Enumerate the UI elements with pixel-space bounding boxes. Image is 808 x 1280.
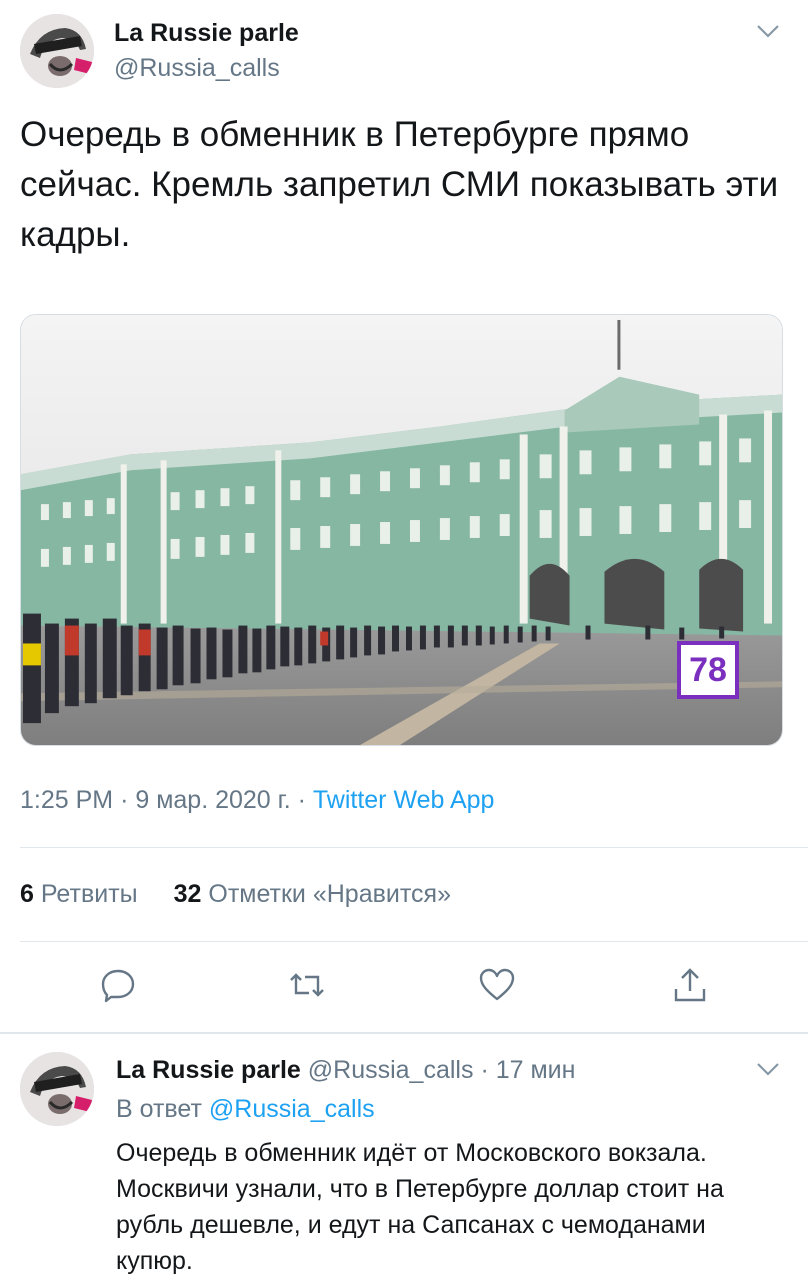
tweet-date[interactable]: 9 мар. 2020 г. [135, 786, 290, 814]
in-reply-mention[interactable]: @Russia_calls [209, 1095, 375, 1123]
reply-author-avatar[interactable] [20, 1052, 94, 1126]
likes-stat[interactable]: 32 Отметки «Нравится» [174, 880, 451, 908]
author-avatar[interactable] [20, 14, 94, 88]
retweet-button[interactable] [287, 965, 327, 1005]
in-reply-to: В ответ @Russia_calls [116, 1095, 375, 1124]
tweet-text: Очередь в обменник в Петербурге прямо се… [20, 115, 779, 254]
in-reply-prefix: В ответ [116, 1095, 202, 1123]
divider [20, 941, 808, 942]
tweet-stats: 6 Ретвиты 32 Отметки «Нравится» [20, 880, 451, 909]
chevron-down-icon[interactable] [755, 1060, 781, 1078]
reply-button[interactable] [98, 965, 138, 1005]
reply-separator: · [480, 1056, 489, 1084]
likes-label: Отметки «Нравится» [208, 880, 451, 908]
reply-time[interactable]: 17 мин [496, 1056, 576, 1084]
like-button[interactable] [477, 965, 517, 1005]
likes-count: 32 [173, 880, 202, 908]
tweet-timestamp: 1:25 PM · 9 мар. 2020 г. · Twitter Web A… [20, 786, 494, 815]
chevron-down-icon[interactable] [755, 22, 781, 40]
reply-text: Очередь в обменник идёт от Московского в… [116, 1139, 724, 1275]
section-divider [0, 1032, 808, 1034]
reply-author-name[interactable]: La Russie parle [116, 1056, 301, 1084]
author-handle[interactable]: @Russia_calls [114, 54, 280, 83]
heart-icon [479, 968, 515, 1001]
channel-badge: 78 [677, 641, 739, 699]
meta-separator: · [120, 786, 129, 814]
retweets-label: Ретвиты [40, 880, 138, 908]
reply-author-handle[interactable]: @Russia_calls [308, 1056, 474, 1084]
divider [20, 847, 808, 848]
retweets-stat[interactable]: 6 Ретвиты [20, 880, 138, 908]
source-app-link[interactable]: Twitter Web App [313, 786, 495, 814]
meta-separator: · [297, 786, 306, 814]
retweets-count: 6 [20, 880, 34, 908]
share-icon [674, 968, 706, 1002]
author-name[interactable]: La Russie parle [114, 19, 299, 48]
reply-icon [101, 969, 135, 1003]
tweet-media[interactable]: 78 [20, 314, 783, 746]
share-button[interactable] [670, 965, 710, 1005]
retweet-icon [290, 973, 324, 997]
reply-header: La Russie parle @Russia_calls · 17 мин [116, 1056, 575, 1085]
tweet-time[interactable]: 1:25 PM [20, 786, 113, 814]
